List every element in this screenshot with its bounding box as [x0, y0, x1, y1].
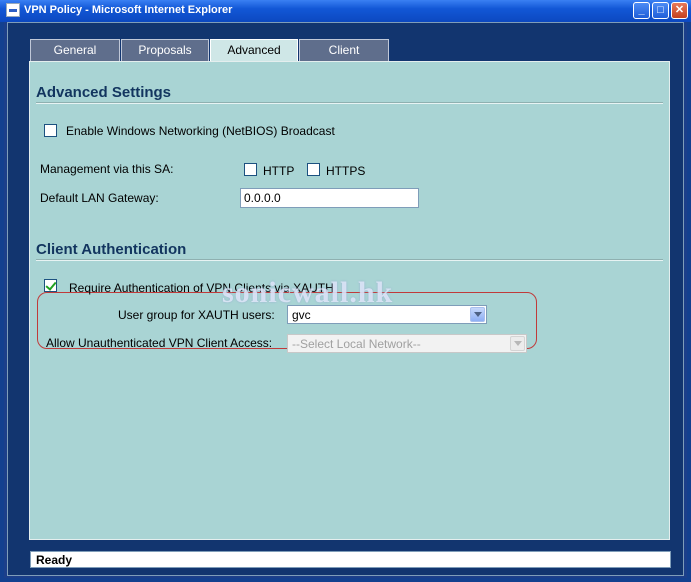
- maximize-button[interactable]: □: [652, 2, 669, 19]
- unauthenticated-access-label: Allow Unauthenticated VPN Client Access:: [46, 336, 273, 350]
- content-frame: General Proposals Advanced Client Advanc…: [7, 22, 684, 576]
- advanced-settings-title: Advanced Settings: [36, 84, 172, 101]
- title-bar[interactable]: VPN Policy - Microsoft Internet Explorer…: [0, 0, 691, 22]
- xauth-checkbox[interactable]: [44, 279, 57, 292]
- minimize-button[interactable]: _: [633, 2, 650, 19]
- section-divider: [36, 102, 663, 104]
- close-icon: ✕: [674, 4, 685, 16]
- tab-advanced[interactable]: Advanced: [210, 39, 298, 63]
- window-client-area: General Proposals Advanced Client Advanc…: [4, 22, 687, 578]
- unauthenticated-access-value: --Select Local Network--: [292, 337, 421, 351]
- http-label: HTTP: [263, 164, 295, 178]
- netbios-label: Enable Windows Networking (NetBIOS) Broa…: [66, 124, 335, 138]
- chevron-down-icon[interactable]: [470, 307, 485, 322]
- netbios-checkbox[interactable]: [44, 124, 57, 137]
- close-button[interactable]: ✕: [671, 2, 688, 19]
- minimize-icon: _: [638, 4, 645, 16]
- maximize-icon: □: [657, 4, 664, 16]
- gateway-input[interactable]: 0.0.0.0: [240, 188, 419, 208]
- unauthenticated-access-select: --Select Local Network--: [287, 334, 527, 353]
- http-checkbox[interactable]: [244, 163, 257, 176]
- ie-app-icon: [6, 3, 20, 17]
- tab-general[interactable]: General: [30, 39, 120, 61]
- client-authentication-title: Client Authentication: [36, 241, 187, 258]
- https-label: HTTPS: [326, 164, 366, 178]
- status-text: Ready: [36, 553, 73, 567]
- chevron-down-icon: [510, 336, 525, 351]
- management-label: Management via this SA:: [40, 162, 174, 176]
- https-checkbox[interactable]: [307, 163, 320, 176]
- user-group-value: gvc: [292, 308, 311, 322]
- user-group-label: User group for XAUTH users:: [118, 308, 275, 322]
- advanced-panel: Advanced Settings Enable Windows Network…: [29, 61, 670, 540]
- watermark: sonicwall.hk: [222, 276, 394, 309]
- tab-proposals[interactable]: Proposals: [121, 39, 209, 61]
- tab-client[interactable]: Client: [299, 39, 389, 61]
- status-bar: Ready: [30, 551, 671, 568]
- section-divider: [36, 259, 663, 261]
- gateway-label: Default LAN Gateway:: [40, 191, 159, 205]
- window-title: VPN Policy - Microsoft Internet Explorer: [24, 4, 233, 16]
- browser-window: VPN Policy - Microsoft Internet Explorer…: [0, 0, 691, 582]
